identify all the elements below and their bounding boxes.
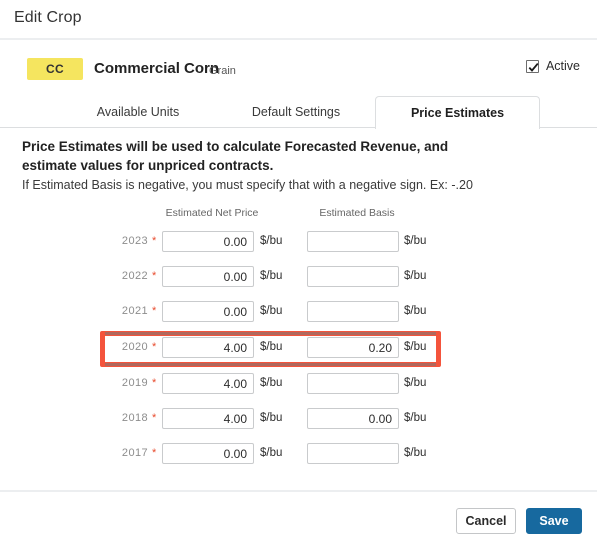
required-asterisk: *: [152, 377, 157, 389]
column-header-net-price: Estimated Net Price: [165, 207, 259, 219]
page-title: Edit Crop: [14, 9, 82, 26]
unit-label-basis: $/bu: [404, 341, 427, 353]
net-price-input[interactable]: [162, 373, 254, 394]
unit-label-basis: $/bu: [404, 377, 427, 389]
tab-price-estimates[interactable]: Price Estimates: [375, 96, 540, 129]
required-asterisk: *: [152, 341, 157, 353]
footer-divider: [0, 490, 597, 492]
active-checkbox[interactable]: [525, 59, 539, 73]
required-asterisk: *: [152, 235, 157, 247]
basis-input[interactable]: [307, 443, 399, 464]
unit-label-basis: $/bu: [404, 305, 427, 317]
basis-input[interactable]: [307, 408, 399, 429]
net-price-input[interactable]: [162, 337, 254, 358]
unit-label-net-price: $/bu: [260, 341, 283, 353]
save-button[interactable]: Save: [526, 508, 582, 534]
check-icon: [528, 62, 539, 72]
basis-input[interactable]: [307, 337, 399, 358]
net-price-input[interactable]: [162, 408, 254, 429]
table-row: 2019 * $/bu $/bu: [0, 371, 597, 395]
active-label: Active: [545, 59, 580, 73]
unit-label-basis: $/bu: [404, 270, 427, 282]
unit-label-net-price: $/bu: [260, 235, 283, 247]
unit-label-basis: $/bu: [404, 412, 427, 424]
basis-input[interactable]: [307, 301, 399, 322]
cancel-button[interactable]: Cancel: [456, 508, 516, 534]
title-divider: [0, 38, 597, 40]
row-year-label: 2023: [121, 235, 148, 247]
row-year-label: 2022: [121, 270, 148, 282]
table-row: 2023 * $/bu $/bu: [0, 229, 597, 253]
row-year-label: 2021: [121, 305, 148, 317]
basis-input[interactable]: [307, 373, 399, 394]
crop-type-label: Grain: [209, 65, 236, 77]
table-row: 2022 * $/bu $/bu: [0, 264, 597, 288]
tab-available-units[interactable]: Available Units: [72, 96, 204, 128]
unit-label-basis: $/bu: [404, 447, 427, 459]
net-price-input[interactable]: [162, 443, 254, 464]
required-asterisk: *: [152, 305, 157, 317]
unit-label-net-price: $/bu: [260, 270, 283, 282]
net-price-input[interactable]: [162, 266, 254, 287]
tab-default-settings[interactable]: Default Settings: [230, 96, 362, 128]
unit-label-net-price: $/bu: [260, 377, 283, 389]
required-asterisk: *: [152, 270, 157, 282]
required-asterisk: *: [152, 412, 157, 424]
table-row: 2020 * $/bu $/bu: [0, 335, 597, 359]
net-price-input[interactable]: [162, 301, 254, 322]
description-note: If Estimated Basis is negative, you must…: [22, 178, 473, 192]
edit-crop-dialog: Edit Crop CC Commercial Corn Grain Activ…: [0, 0, 597, 543]
basis-input[interactable]: [307, 266, 399, 287]
net-price-input[interactable]: [162, 231, 254, 252]
crop-name: Commercial Corn: [94, 60, 220, 77]
crop-code-badge: CC: [27, 58, 83, 80]
unit-label-basis: $/bu: [404, 235, 427, 247]
crop-header: CC Commercial Corn Grain Active: [0, 56, 597, 86]
table-row: 2018 * $/bu $/bu: [0, 406, 597, 430]
table-row: 2021 * $/bu $/bu: [0, 299, 597, 323]
unit-label-net-price: $/bu: [260, 412, 283, 424]
row-year-label: 2019: [121, 377, 148, 389]
active-toggle[interactable]: Active: [525, 59, 580, 73]
row-year-label: 2020: [121, 341, 148, 353]
row-year-label: 2017: [121, 447, 148, 459]
tab-bar: Available Units Default Settings Price E…: [0, 96, 597, 129]
required-asterisk: *: [152, 447, 157, 459]
basis-input[interactable]: [307, 231, 399, 252]
table-row: 2017 * $/bu $/bu: [0, 441, 597, 465]
column-header-basis: Estimated Basis: [319, 207, 395, 219]
row-year-label: 2018: [121, 412, 148, 424]
unit-label-net-price: $/bu: [260, 305, 283, 317]
description-heading: Price Estimates will be used to calculat…: [22, 139, 449, 173]
unit-label-net-price: $/bu: [260, 447, 283, 459]
